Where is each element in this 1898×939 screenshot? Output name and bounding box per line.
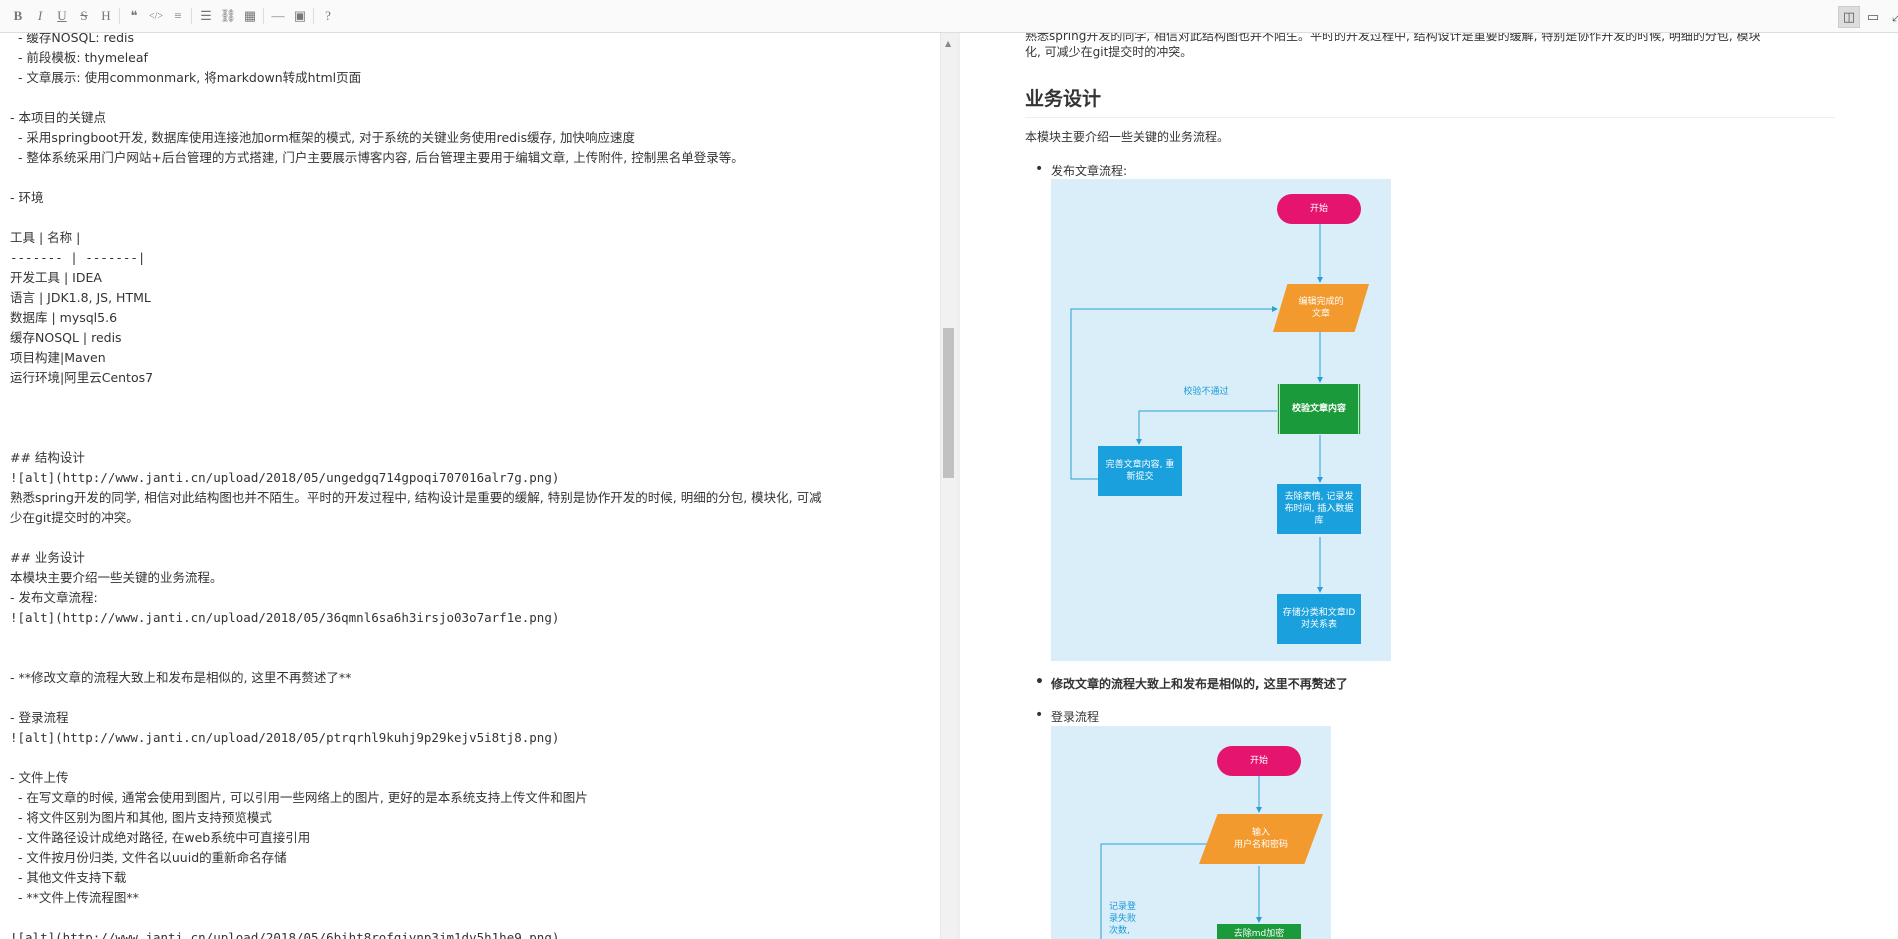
editor-line[interactable] <box>10 688 935 708</box>
editor-line[interactable]: - 采用springboot开发, 数据库使用连接池加orm框架的模式, 对于系… <box>10 128 935 148</box>
editor-line[interactable] <box>10 88 935 108</box>
editor-line[interactable] <box>10 408 935 428</box>
preview-paragraph-top: 熟悉spring开发的同学, 相信对此结构图也并不陌生。平时的开发过程中, 结构… <box>1025 33 1761 59</box>
editor-line[interactable]: - 本项目的关键点 <box>10 108 935 128</box>
heading-icon[interactable]: H <box>96 6 116 26</box>
editor-line[interactable]: - 发布文章流程: <box>10 588 935 608</box>
editor-text-area[interactable]: - 缓存NOSQL: redis - 前段模板: thymeleaf - 文章展… <box>10 33 935 939</box>
flow2-start: 开始 <box>1217 746 1301 776</box>
editor-line[interactable]: - 文件按月份归类, 文件名以uuid的重新命名存储 <box>10 848 935 868</box>
toolbar-separator <box>119 8 120 24</box>
markdown-editor[interactable]: - 缓存NOSQL: redis - 前段模板: thymeleaf - 文章展… <box>0 33 945 939</box>
editor-scrollbar[interactable]: ▲ <box>940 33 957 939</box>
scroll-thumb[interactable] <box>943 328 954 478</box>
table-icon[interactable]: ▦ <box>240 6 260 26</box>
editor-line[interactable]: - 在写文章的时候, 通常会使用到图片, 可以引用一些网络上的图片, 更好的是本… <box>10 788 935 808</box>
editor-line[interactable]: ## 业务设计 <box>10 548 935 568</box>
publish-flowchart: 开始 编辑完成的 文章 校验文章内容 校验不通过 完善文章内容, 重 新提交 去… <box>1051 179 1391 661</box>
unordered-list-icon[interactable]: ☰ <box>196 6 216 26</box>
editor-line[interactable]: ------- | -------| <box>10 248 935 268</box>
code-icon[interactable]: </> <box>146 6 166 26</box>
bullet-login: 登录流程 <box>1025 707 1099 725</box>
flow1-clean: 去除表情, 记录发 布时间, 插入数据 库 <box>1277 484 1361 534</box>
flow1-store: 存储分类和文章ID 对关系表 <box>1277 594 1361 644</box>
editor-line[interactable]: - 其他文件支持下载 <box>10 868 935 888</box>
flow1-edit: 编辑完成的 文章 <box>1273 284 1369 332</box>
editor-line[interactable]: 语言 | JDK1.8, JS, HTML <box>10 288 935 308</box>
editor-line[interactable]: - 将文件区别为图片和其他, 图片支持预览模式 <box>10 808 935 828</box>
editor-line[interactable]: ![alt](http://www.janti.cn/upload/2018/0… <box>10 928 935 939</box>
toolbar-separator <box>263 8 264 24</box>
editor-line[interactable] <box>10 628 935 648</box>
preview-icon[interactable]: ▭ <box>1862 6 1884 28</box>
strikethrough-icon[interactable]: S <box>74 6 94 26</box>
editor-line[interactable] <box>10 528 935 548</box>
editor-line[interactable]: ## 结构设计 <box>10 448 935 468</box>
editor-line[interactable]: - 文件上传 <box>10 768 935 788</box>
flow1-fail-label: 校验不通过 <box>1183 387 1229 397</box>
fullscreen-icon[interactable]: ⤢ <box>1886 6 1898 28</box>
flow2-input: 输入 用户名和密码 <box>1199 814 1323 864</box>
editor-line[interactable]: - 环境 <box>10 188 935 208</box>
editor-line[interactable] <box>10 648 935 668</box>
editor-line[interactable]: - 文件路径设计成绝对路径, 在web系统中可直接引用 <box>10 828 935 848</box>
editor-line[interactable]: 本模块主要介绍一些关键的业务流程。 <box>10 568 935 588</box>
markdown-preview: 熟悉spring开发的同学, 相信对此结构图也并不陌生。平时的开发过程中, 结构… <box>960 33 1898 939</box>
preview-heading: 业务设计 <box>1025 84 1835 118</box>
underline-icon[interactable]: U <box>52 6 72 26</box>
editor-line[interactable]: ![alt](http://www.janti.cn/upload/2018/0… <box>10 728 935 748</box>
quote-icon[interactable]: ❝ <box>124 6 144 26</box>
editor-line[interactable]: 开发工具 | IDEA <box>10 268 935 288</box>
flow1-fix: 完善文章内容, 重 新提交 <box>1098 446 1182 496</box>
editor-line[interactable]: - 前段模板: thymeleaf <box>10 48 935 68</box>
editor-line[interactable]: 缓存NOSQL | redis <box>10 328 935 348</box>
flow1-start: 开始 <box>1277 194 1361 224</box>
link-icon[interactable]: ⛓ <box>218 6 238 26</box>
editor-line[interactable] <box>10 428 935 448</box>
editor-line[interactable] <box>10 208 935 228</box>
editor-toolbar: B I U S H ❝ </> ≡ ☰ ⛓ ▦ — ▣? ◫ ▭ ⤢ <box>0 0 1898 33</box>
preview-intro: 本模块主要介绍一些关键的业务流程。 <box>1025 130 1230 144</box>
toolbar-separator <box>313 8 314 24</box>
editor-line[interactable]: 运行环境|阿里云Centos7 <box>10 368 935 388</box>
horizontal-rule-icon[interactable]: — <box>268 6 288 26</box>
editor-line[interactable]: 项目构建|Maven <box>10 348 935 368</box>
editor-line[interactable]: 熟悉spring开发的同学, 相信对此结构图也并不陌生。平时的开发过程中, 结构… <box>10 488 935 508</box>
editor-line[interactable]: - **文件上传流程图** <box>10 888 935 908</box>
editor-line[interactable]: ![alt](http://www.janti.cn/upload/2018/0… <box>10 608 935 628</box>
editor-line[interactable]: - 缓存NOSQL: redis <box>10 33 935 48</box>
editor-line[interactable]: 工具 | 名称 | <box>10 228 935 248</box>
editor-line[interactable]: ![alt](http://www.janti.cn/upload/2018/0… <box>10 468 935 488</box>
flow1-verify: 校验文章内容 <box>1277 384 1361 434</box>
ordered-list-icon[interactable]: ≡ <box>168 6 188 26</box>
editor-line[interactable]: 少在git提交时的冲突。 <box>10 508 935 528</box>
toolbar-separator <box>191 8 192 24</box>
editor-line[interactable] <box>10 908 935 928</box>
editor-line[interactable] <box>10 388 935 408</box>
login-flowchart: 开始 输入 用户名和密码 记录登 录失败 次数, 去除md加密 <box>1051 726 1331 939</box>
editor-line[interactable] <box>10 168 935 188</box>
editor-line[interactable]: - 整体系统采用门户网站+后台管理的方式搭建, 门户主要展示博客内容, 后台管理… <box>10 148 935 168</box>
flow2-next: 去除md加密 <box>1217 924 1301 939</box>
side-by-side-icon[interactable]: ◫ <box>1838 6 1860 28</box>
editor-line[interactable]: - 文章展示: 使用commonmark, 将markdown转成html页面 <box>10 68 935 88</box>
image-icon[interactable]: ▣ <box>290 6 310 26</box>
help-icon[interactable]: ? <box>318 6 338 26</box>
bold-icon[interactable]: B <box>8 6 28 26</box>
editor-line[interactable]: 数据库 | mysql5.6 <box>10 308 935 328</box>
scroll-up-arrow-icon[interactable]: ▲ <box>945 39 951 48</box>
editor-line[interactable]: - 登录流程 <box>10 708 935 728</box>
flow2-record-label: 记录登 录失败 次数, <box>1109 902 1137 936</box>
italic-icon[interactable]: I <box>30 6 50 26</box>
bullet-modify: 修改文章的流程大致上和发布是相似的, 这里不再赘述了 <box>1025 674 1348 692</box>
editor-line[interactable] <box>10 748 935 768</box>
editor-line[interactable]: - **修改文章的流程大致上和发布是相似的, 这里不再赘述了** <box>10 668 935 688</box>
bullet-publish: 发布文章流程: <box>1025 161 1127 179</box>
